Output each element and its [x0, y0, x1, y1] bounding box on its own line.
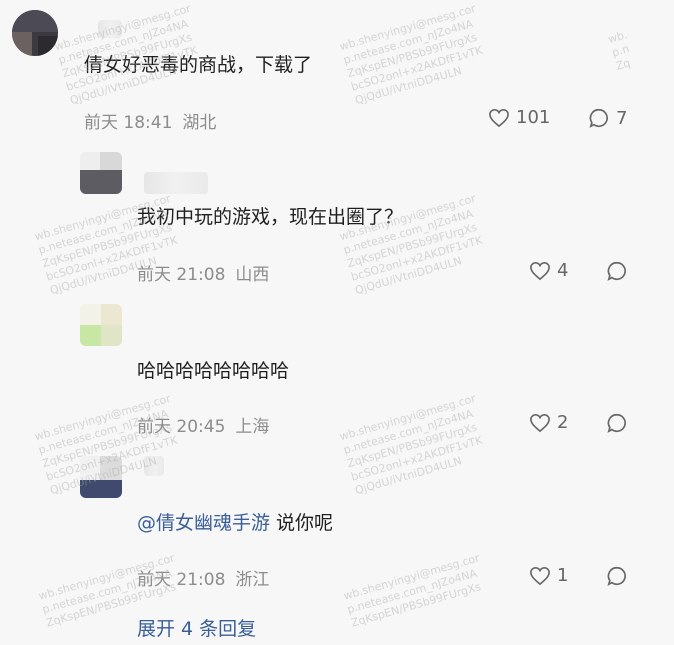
watermark-line: p.n	[610, 42, 631, 60]
heart-icon	[530, 413, 550, 432]
watermark-line: wb.	[606, 28, 629, 46]
avatar[interactable]	[12, 10, 58, 56]
reply-button[interactable]: 7	[588, 107, 627, 129]
comment-meta: 前天 21:08 浙江	[137, 565, 279, 590]
watermark-line: bcSO2onl+x2AKDfF1vTK	[349, 233, 484, 284]
mention-link[interactable]: @倩女幽魂手游	[137, 512, 270, 534]
watermark-line: ZqKspEN/PBSb99FUrgXs	[345, 420, 479, 471]
comment-location: 湖北	[182, 113, 217, 133]
comment-bubble-icon	[607, 413, 626, 433]
like-count: 4	[557, 260, 569, 281]
watermark-line: p.netease.com_nJZo4NA	[341, 17, 475, 67]
watermark-line: p.netease.com_nJZo4NA	[345, 566, 479, 617]
like-count: 101	[516, 107, 551, 128]
comment-date: 前天 21:08	[137, 570, 226, 590]
comment-location: 山西	[235, 265, 270, 285]
watermark-line: QjQdU/iVtniDD4ULN	[353, 454, 464, 498]
watermark-line: Zq	[614, 56, 632, 73]
comment-bubble-icon	[589, 108, 608, 128]
avatar[interactable]	[80, 152, 122, 194]
watermark-line: wb.shenyingyi@mesg.cor	[338, 1, 478, 54]
like-button[interactable]: 2	[529, 412, 568, 433]
comment-bubble-icon	[607, 261, 626, 281]
like-button[interactable]: 4	[529, 260, 568, 281]
watermark-line: wb.shenyingyi@mesg.cor	[341, 551, 482, 603]
comment-meta: 前天 18:41 湖北	[84, 108, 226, 133]
comment-meta: 前天 20:45 上海	[137, 412, 279, 437]
comment-date: 前天 18:41	[84, 113, 173, 133]
expand-replies-link[interactable]: 展开 4 条回复	[137, 614, 256, 641]
reply-button[interactable]	[606, 412, 628, 434]
like-button[interactable]: 101	[488, 107, 550, 128]
heart-icon	[530, 566, 550, 585]
heart-icon	[489, 108, 509, 127]
comment-text-body: 说你呢	[270, 512, 334, 534]
watermark-line: wb.shenyingyi@mesg.cor	[53, 1, 193, 54]
comment-location: 浙江	[235, 570, 270, 590]
avatar[interactable]	[80, 304, 122, 346]
comment-text: 哈哈哈哈哈哈哈哈	[137, 360, 290, 382]
watermark-line: ZqKspEN/PBSb99FUrgXs	[345, 30, 479, 81]
watermark-line: wb.shenyingyi@mesg.cor	[338, 391, 478, 444]
reply-button[interactable]	[606, 565, 628, 587]
like-count: 1	[557, 565, 569, 586]
watermark-line: bcSO2onl+x2AKDfF1vTK	[349, 43, 484, 94]
avatar[interactable]	[80, 456, 122, 498]
watermark-line: ZqKspEN/PBSb99FUrgXs	[349, 580, 483, 630]
like-button[interactable]: 1	[529, 565, 568, 586]
heart-icon	[530, 261, 550, 280]
username[interactable]	[144, 172, 208, 194]
watermark: wb.shenyingyi@mesg.cor p.netease.com_nJZ…	[338, 2, 493, 108]
like-count: 2	[557, 412, 569, 433]
comment-date: 前天 21:08	[137, 265, 226, 285]
comment-bubble-icon	[607, 566, 626, 586]
comment-text: 倩女好恶毒的商战，下载了	[84, 54, 313, 76]
watermark-line: QjQdU/iVtniDD4ULN	[353, 64, 464, 108]
comment-date: 前天 20:45	[137, 417, 226, 437]
comment-location: 上海	[235, 417, 270, 437]
username[interactable]	[144, 456, 164, 476]
watermark-line: p.netease.com_nJZo4NA	[341, 407, 475, 457]
reply-count: 7	[616, 107, 628, 129]
reply-button[interactable]	[606, 260, 628, 282]
watermark-line: bcSO2onl+x2AKDfF1vTK	[349, 433, 484, 484]
watermark: wb. p.n Zq	[607, 28, 637, 74]
comment-meta: 前天 21:08 山西	[137, 260, 279, 285]
comment-text: @倩女幽魂手游 说你呢	[137, 508, 333, 535]
watermark: wb.shenyingyi@mesg.cor p.netease.com_nJZ…	[342, 551, 489, 630]
username[interactable]	[98, 20, 122, 38]
comment-text: 我初中玩的游戏，现在出圈了？	[137, 206, 404, 228]
watermark: wb.shenyingyi@mesg.cor p.netease.com_nJZ…	[338, 392, 493, 498]
watermark-line: QjQdU/iVtniDD4ULN	[353, 254, 464, 298]
